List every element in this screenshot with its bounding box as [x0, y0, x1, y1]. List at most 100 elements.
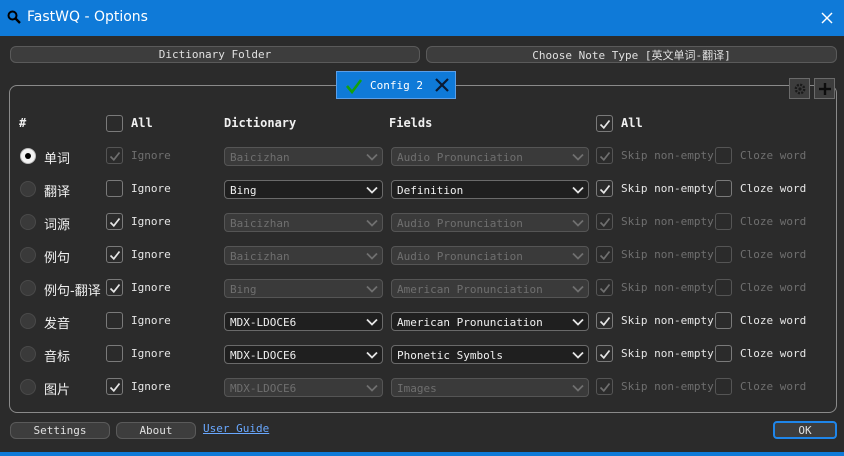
cloze-word-label: Cloze word [740, 248, 807, 261]
skip-non-empty-checkbox[interactable] [596, 147, 613, 164]
skip-non-empty-checkbox[interactable] [596, 345, 613, 362]
cloze-word-checkbox[interactable] [715, 378, 732, 395]
field-select-radio[interactable] [20, 148, 36, 164]
index-header: # [19, 116, 27, 130]
field-select-radio[interactable] [20, 346, 36, 362]
ignore-checkbox[interactable] [106, 345, 123, 362]
ignore-checkbox[interactable] [106, 378, 123, 395]
field-select[interactable]: Phonetic Symbols [391, 345, 589, 364]
window-close-button[interactable] [814, 5, 840, 31]
field-select-radio[interactable] [20, 247, 36, 263]
dictionary-select[interactable]: Baicizhan [224, 246, 383, 265]
dictionary-select[interactable]: Bing [224, 180, 383, 199]
skip-non-empty-label: Skip non-empty [621, 149, 714, 162]
field-select-value: American Pronunciation [397, 316, 543, 329]
skip-non-empty-label: Skip non-empty [621, 314, 714, 327]
ignore-checkbox[interactable] [106, 147, 123, 164]
skip-non-empty-checkbox[interactable] [596, 213, 613, 230]
checkmark-icon [109, 151, 120, 161]
chevron-down-icon [572, 383, 584, 396]
field-select-radio[interactable] [20, 181, 36, 197]
field-select[interactable]: American Pronunciation [391, 279, 589, 298]
field-select-value: Phonetic Symbols [397, 349, 503, 362]
ignore-label: Ignore [131, 347, 171, 360]
skip-non-empty-label: Skip non-empty [621, 281, 714, 294]
cloze-word-label: Cloze word [740, 380, 807, 393]
plus-icon [818, 82, 831, 95]
cloze-word-checkbox[interactable] [715, 246, 732, 263]
skip-non-empty-checkbox[interactable] [596, 180, 613, 197]
ignore-checkbox[interactable] [106, 246, 123, 263]
dictionary-folder-label: Dictionary Folder [158, 48, 272, 61]
chevron-down-icon [572, 350, 584, 363]
cloze-word-checkbox[interactable] [715, 213, 732, 230]
field-select-value: Audio Pronunciation [397, 151, 523, 164]
dictionary-folder-button[interactable]: Dictionary Folder [10, 46, 420, 63]
dictionary-select[interactable]: MDX-LDOCE6 [224, 312, 383, 331]
skip-non-empty-checkbox[interactable] [596, 246, 613, 263]
dictionary-select[interactable]: Bing [224, 279, 383, 298]
add-config-button[interactable] [814, 78, 835, 99]
field-select-radio[interactable] [20, 280, 36, 296]
ignore-checkbox[interactable] [106, 180, 123, 197]
chevron-down-icon [572, 317, 584, 330]
checkmark-icon [599, 217, 610, 227]
checkmark-icon [599, 382, 610, 392]
window-title: FastWQ - Options [27, 9, 148, 25]
user-guide-link[interactable]: User Guide [203, 422, 269, 435]
skip-non-empty-checkbox[interactable] [596, 378, 613, 395]
field-select[interactable]: Audio Pronunciation [391, 213, 589, 232]
field-select[interactable]: Audio Pronunciation [391, 147, 589, 166]
all-ignore-label: All [131, 116, 153, 130]
tab-label: Config 2 [370, 79, 423, 92]
dictionary-select[interactable]: MDX-LDOCE6 [224, 378, 383, 397]
chevron-down-icon [366, 350, 378, 363]
field-select[interactable]: Definition [391, 180, 589, 199]
field-select-radio[interactable] [20, 379, 36, 395]
about-button[interactable]: About [116, 422, 196, 439]
config-settings-button[interactable] [789, 78, 810, 99]
ignore-checkbox[interactable] [106, 213, 123, 230]
field-name-label: 词源 [44, 218, 71, 233]
dictionary-select-value: Bing [230, 184, 257, 197]
all-skip-checkbox[interactable] [596, 115, 613, 132]
skip-non-empty-checkbox[interactable] [596, 312, 613, 329]
field-select[interactable]: Images [391, 378, 589, 397]
tab-config-2[interactable]: Config 2 [336, 71, 456, 99]
dictionary-select[interactable]: Baicizhan [224, 213, 383, 232]
checkmark-icon [599, 283, 610, 293]
field-name-label: 单词 [44, 152, 71, 167]
cloze-word-checkbox[interactable] [715, 147, 732, 164]
field-select-radio[interactable] [20, 313, 36, 329]
ignore-checkbox[interactable] [106, 312, 123, 329]
chevron-down-icon [572, 284, 584, 297]
field-select[interactable]: Audio Pronunciation [391, 246, 589, 265]
dictionary-select-value: MDX-LDOCE6 [230, 349, 297, 362]
ok-label: OK [798, 423, 812, 437]
field-select-radio[interactable] [20, 214, 36, 230]
settings-button[interactable]: Settings [10, 422, 110, 439]
all-ignore-checkbox[interactable] [106, 115, 123, 132]
ignore-label: Ignore [131, 149, 171, 162]
checkmark-icon [599, 184, 610, 194]
ignore-label: Ignore [131, 215, 171, 228]
close-icon[interactable] [434, 77, 450, 93]
dictionary-select[interactable]: Baicizhan [224, 147, 383, 166]
skip-non-empty-checkbox[interactable] [596, 279, 613, 296]
field-select-value: Definition [397, 184, 464, 197]
chevron-down-icon [366, 383, 378, 396]
choose-note-type-button[interactable]: Choose Note Type [英文单词-翻译] [426, 46, 837, 63]
cloze-word-checkbox[interactable] [715, 345, 732, 362]
cloze-word-checkbox[interactable] [715, 180, 732, 197]
dictionary-select[interactable]: MDX-LDOCE6 [224, 345, 383, 364]
field-select[interactable]: American Pronunciation [391, 312, 589, 331]
fields-header: Fields [389, 116, 433, 130]
chevron-down-icon [572, 185, 584, 198]
ok-button[interactable]: OK [773, 421, 837, 439]
cloze-word-label: Cloze word [740, 182, 807, 195]
cloze-word-checkbox[interactable] [715, 312, 732, 329]
ignore-label: Ignore [131, 182, 171, 195]
ignore-checkbox[interactable] [106, 279, 123, 296]
all-skip-label: All [621, 116, 643, 130]
cloze-word-checkbox[interactable] [715, 279, 732, 296]
